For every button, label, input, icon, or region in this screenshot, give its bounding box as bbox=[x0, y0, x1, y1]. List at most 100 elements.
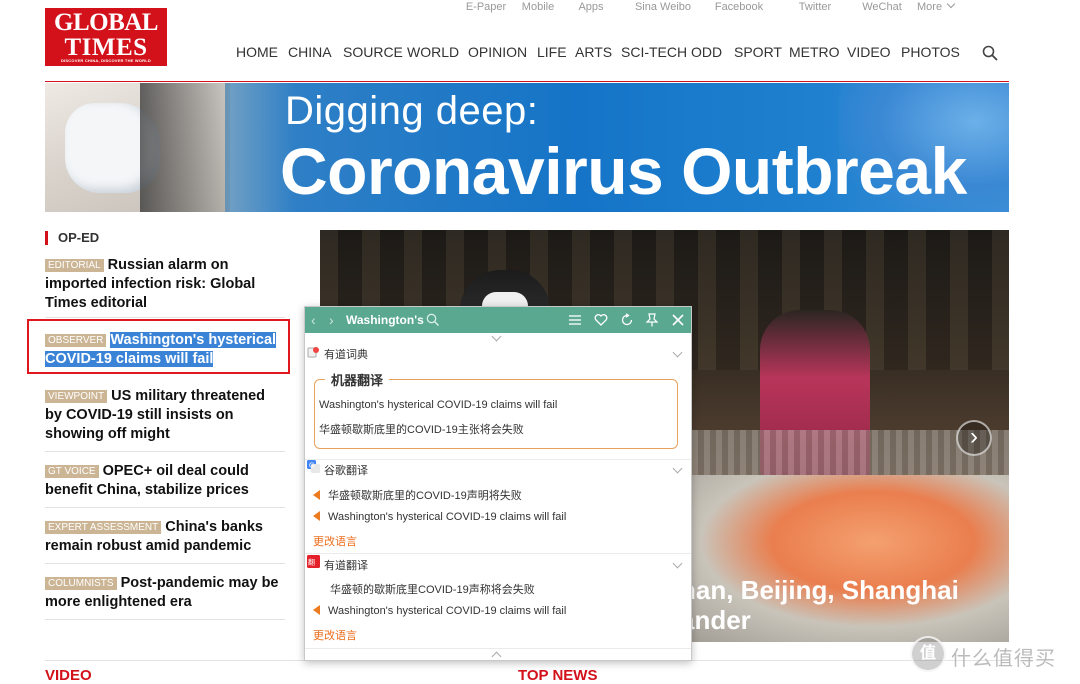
nav-divider bbox=[45, 81, 1009, 82]
google-translation-en: Washington's hysterical COVID-19 claims … bbox=[313, 511, 566, 523]
speaker-icon[interactable] bbox=[313, 605, 320, 615]
top-link-wechat[interactable]: WeChat bbox=[857, 1, 907, 19]
story-tag[interactable]: GT VOICE bbox=[45, 465, 99, 478]
top-news-section-title[interactable]: TOP NEWS bbox=[518, 667, 597, 684]
popup-toolbar: ‹ › Washington's bbox=[305, 307, 691, 333]
nav-opinion[interactable]: OPINION bbox=[468, 44, 527, 60]
forward-arrow-icon[interactable]: › bbox=[329, 312, 334, 328]
watermark-text: 什么值得买 bbox=[951, 648, 1056, 670]
youdao-translation-zh: 华盛顿的歇斯底里COVID-19声称将会失败 bbox=[330, 584, 535, 596]
heart-icon[interactable] bbox=[594, 313, 608, 327]
top-link-mobile[interactable]: Mobile bbox=[518, 1, 558, 19]
oped-story[interactable]: EDITORIAL Russian alarm on imported infec… bbox=[45, 256, 285, 313]
svg-text:G: G bbox=[309, 463, 314, 470]
youdao-dict-icon bbox=[307, 347, 319, 358]
story-divider bbox=[45, 619, 285, 620]
oped-story[interactable]: VIEWPOINT US military threatened by COVID… bbox=[45, 387, 285, 444]
chevron-down-icon[interactable] bbox=[672, 463, 683, 474]
photo-caption-line1: han, Beijing, Shanghai bbox=[680, 575, 959, 605]
annotation-red-box bbox=[27, 319, 290, 374]
search-icon[interactable] bbox=[982, 45, 998, 61]
coronavirus-banner[interactable]: Digging deep: Coronavirus Outbreak bbox=[45, 83, 1009, 212]
photo-caption-line2: ander bbox=[680, 605, 751, 635]
speaker-icon[interactable] bbox=[313, 511, 320, 521]
chevron-down-icon[interactable] bbox=[491, 331, 502, 342]
machine-translation-en: Washington's hysterical COVID-19 claims … bbox=[319, 399, 558, 411]
youdao-change-language-link[interactable]: 更改语言 bbox=[313, 627, 357, 643]
youdao-translate-icon: 翻 bbox=[307, 555, 320, 568]
svg-text:翻: 翻 bbox=[308, 558, 315, 567]
top-link-facebook[interactable]: Facebook bbox=[708, 1, 770, 19]
slider-next-icon[interactable]: › bbox=[956, 420, 992, 456]
back-arrow-icon[interactable]: ‹ bbox=[311, 312, 316, 328]
story-divider bbox=[45, 317, 285, 318]
google-translation-zh: 华盛顿歇斯底里的COVID-19声明将失败 bbox=[313, 487, 522, 503]
chevron-down-icon[interactable] bbox=[672, 347, 683, 358]
close-icon[interactable] bbox=[671, 313, 685, 327]
top-link-twitter[interactable]: Twitter bbox=[790, 1, 840, 19]
nav-source[interactable]: SOURCE bbox=[343, 44, 403, 60]
oped-story[interactable]: GT VOICE OPEC+ oil deal could benefit Chi… bbox=[45, 462, 285, 500]
pin-icon[interactable] bbox=[645, 313, 659, 327]
popup-search-icon[interactable] bbox=[426, 313, 440, 327]
video-section-title[interactable]: VIDEO bbox=[45, 667, 92, 684]
machine-translation-zh: 华盛顿歇斯底里的COVID-19主张将会失败 bbox=[319, 424, 524, 436]
chevron-down-icon bbox=[946, 0, 956, 9]
google-change-language-link[interactable]: 更改语言 bbox=[313, 533, 357, 549]
youdao-translate-header[interactable]: 翻 有道翻译 bbox=[305, 555, 691, 573]
logo-line1: GLOBAL bbox=[54, 9, 158, 36]
nav-life[interactable]: LIFE bbox=[537, 44, 567, 60]
logo-tagline: DISCOVER CHINA, DISCOVER THE WORLD bbox=[61, 58, 151, 63]
top-links: E-Paper Mobile Apps Sina Weibo Facebook … bbox=[440, 0, 967, 19]
nav-sci-tech[interactable]: SCI-TECH bbox=[621, 44, 687, 60]
google-translate-header[interactable]: G 谷歌翻译 bbox=[305, 460, 691, 478]
top-link-more[interactable]: More bbox=[917, 0, 967, 19]
speaker-icon[interactable] bbox=[313, 490, 320, 500]
nav-world[interactable]: WORLD bbox=[407, 44, 459, 60]
youdao-dict-name: 有道词典 bbox=[324, 349, 368, 361]
banner-title: Coronavirus Outbreak bbox=[280, 134, 967, 208]
banner-subtitle: Digging deep: bbox=[285, 89, 539, 133]
google-en-text: Washington's hysterical COVID-19 claims … bbox=[328, 511, 567, 523]
section-divider bbox=[305, 648, 691, 649]
nav-metro[interactable]: METRO bbox=[789, 44, 840, 60]
top-link-apps[interactable]: Apps bbox=[566, 1, 616, 19]
story-tag[interactable]: COLUMNISTS bbox=[45, 577, 117, 590]
chevron-down-icon[interactable] bbox=[672, 558, 683, 569]
story-tag[interactable]: VIEWPOINT bbox=[45, 390, 108, 403]
youdao-translation-en: Washington's hysterical COVID-19 claims … bbox=[313, 605, 566, 617]
oped-story[interactable]: EXPERT ASSESSMENT China's banks remain ro… bbox=[45, 518, 285, 556]
oped-section-title: OP-ED bbox=[45, 231, 99, 245]
nav-china[interactable]: CHINA bbox=[288, 44, 332, 60]
youdao-translate-name: 有道翻译 bbox=[324, 560, 368, 572]
google-translate-icon: G bbox=[307, 460, 320, 473]
machine-translation-title: 机器翻译 bbox=[325, 370, 390, 389]
top-link-more-label: More bbox=[917, 1, 943, 13]
nav-home[interactable]: HOME bbox=[236, 44, 278, 60]
story-divider bbox=[45, 507, 285, 508]
photo-caption[interactable]: han, Beijing, Shanghai ander bbox=[680, 575, 959, 635]
watermark-logo-icon: 值 bbox=[910, 636, 946, 672]
popup-query-word[interactable]: Washington's bbox=[346, 313, 424, 327]
watermark: 值 什么值得买 bbox=[910, 636, 1075, 672]
youdao-dict-header[interactable]: 有道词典 bbox=[305, 346, 691, 362]
story-divider bbox=[45, 451, 285, 452]
global-times-logo[interactable]: GLOBAL TIMES DISCOVER CHINA, DISCOVER TH… bbox=[45, 8, 167, 66]
nav-photos[interactable]: PHOTOS bbox=[901, 44, 960, 60]
menu-icon[interactable] bbox=[568, 314, 582, 326]
nav-sport[interactable]: SPORT bbox=[734, 44, 782, 60]
google-translate-name: 谷歌翻译 bbox=[324, 465, 368, 477]
machine-translation-box bbox=[314, 379, 678, 449]
story-tag[interactable]: EXPERT ASSESSMENT bbox=[45, 521, 162, 534]
top-link-sina-weibo[interactable]: Sina Weibo bbox=[623, 1, 703, 19]
nav-video[interactable]: VIDEO bbox=[847, 44, 891, 60]
story-tag[interactable]: EDITORIAL bbox=[45, 259, 104, 272]
oped-story[interactable]: COLUMNISTS Post-pandemic may be more enli… bbox=[45, 574, 285, 612]
refresh-icon[interactable] bbox=[620, 313, 634, 327]
nav-odd[interactable]: ODD bbox=[691, 44, 722, 60]
youdao-en-text: Washington's hysterical COVID-19 claims … bbox=[328, 605, 567, 617]
story-divider bbox=[45, 563, 285, 564]
nav-arts[interactable]: ARTS bbox=[575, 44, 612, 60]
translation-popup: ‹ › Washington's 有道词典 机器翻译 Washington's … bbox=[304, 306, 692, 662]
chevron-up-icon[interactable] bbox=[491, 651, 502, 662]
